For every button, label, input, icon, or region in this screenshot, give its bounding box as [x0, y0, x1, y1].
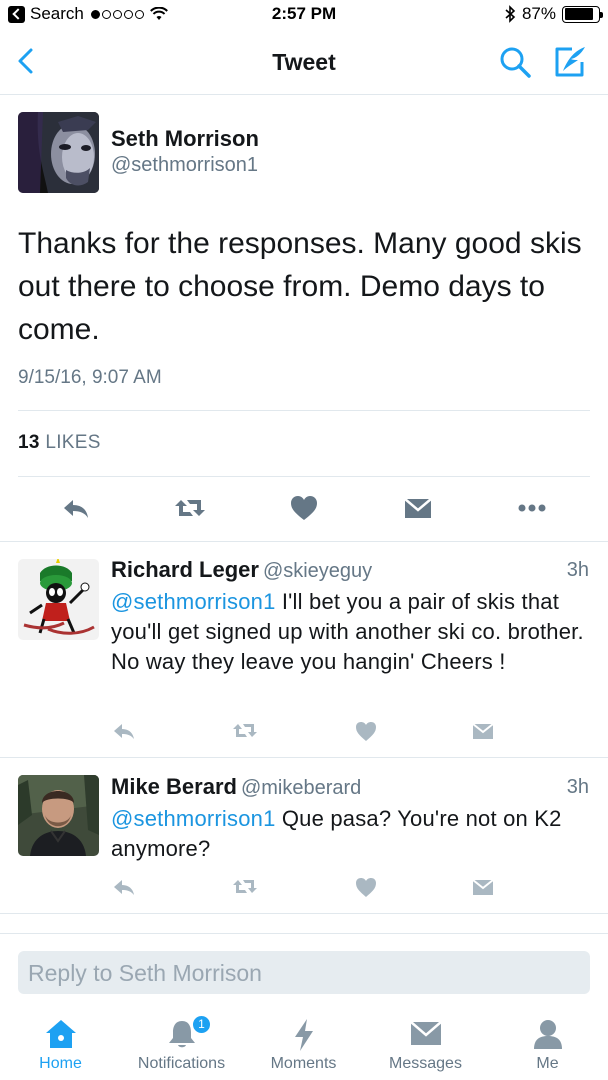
tweet-timestamp: 9/15/16, 9:07 AM — [18, 367, 162, 388]
reply-timestamp: 3h — [566, 559, 589, 581]
author-avatar[interactable] — [18, 112, 99, 193]
likes-label: LIKES — [45, 432, 101, 453]
reply-text: @sethmorrison1 I'll bet you a pair of sk… — [111, 587, 596, 677]
reply-icon[interactable] — [111, 718, 137, 744]
reply-icon[interactable] — [59, 491, 93, 525]
more-icon[interactable] — [515, 491, 549, 525]
battery-level-fill — [564, 8, 594, 20]
battery-icon — [562, 5, 603, 23]
bluetooth-icon — [505, 5, 516, 23]
status-bar: Search 2:57 PM 87% — [0, 0, 608, 30]
like-icon[interactable] — [353, 874, 379, 900]
like-icon[interactable] — [287, 491, 321, 525]
tweet-text: Thanks for the responses. Many good skis… — [18, 227, 582, 346]
author-portrait-image — [18, 112, 99, 193]
notification-badge: 1 — [191, 1014, 212, 1035]
search-icon[interactable] — [498, 45, 532, 79]
divider — [0, 913, 608, 914]
reply-author-handle[interactable]: @skieyeguy — [263, 560, 372, 582]
direct-message-icon[interactable] — [470, 874, 496, 900]
like-icon[interactable] — [353, 718, 379, 744]
tab-label: Messages — [389, 1055, 462, 1072]
reply-text: @sethmorrison1 Que pasa? You're not on K… — [111, 804, 596, 864]
retweet-icon[interactable] — [232, 718, 258, 744]
tab-label: Me — [536, 1055, 559, 1072]
direct-message-icon[interactable] — [470, 718, 496, 744]
tab-bar: Home 1 Notifications Moments Messages Me — [0, 1010, 608, 1080]
home-icon — [45, 1020, 76, 1048]
cartoon-avatar-image — [18, 559, 99, 640]
tab-moments[interactable]: Moments — [243, 1010, 364, 1080]
author-handle[interactable]: @sethmorrison1 — [111, 154, 258, 177]
reply-avatar[interactable] — [18, 559, 99, 640]
reply-author-name[interactable]: Mike Berard — [111, 774, 237, 799]
tab-label: Notifications — [137, 1055, 226, 1072]
divider — [18, 410, 590, 411]
divider — [0, 933, 608, 934]
divider — [18, 476, 590, 477]
lightning-icon — [294, 1019, 313, 1051]
navigation-bar: Tweet — [0, 30, 608, 95]
tab-notifications[interactable]: 1 Notifications — [121, 1010, 242, 1080]
retweet-icon[interactable] — [232, 874, 258, 900]
person-icon — [533, 1020, 562, 1049]
reply-icon[interactable] — [111, 874, 137, 900]
reply-avatar[interactable] — [18, 775, 99, 856]
likes-count[interactable]: 13 LIKES — [18, 432, 101, 454]
divider — [0, 541, 608, 542]
likes-number: 13 — [18, 432, 40, 453]
envelope-icon — [409, 1021, 442, 1045]
tab-label: Moments — [270, 1055, 337, 1072]
reply-mention-link[interactable]: @sethmorrison1 — [111, 589, 276, 614]
reply-header: Richard Leger @skieyeguy — [111, 557, 372, 583]
divider — [0, 757, 608, 758]
reply-timestamp: 3h — [566, 776, 589, 798]
tab-me[interactable]: Me — [487, 1010, 608, 1080]
reply-input[interactable]: Reply to Seth Morrison — [18, 951, 590, 994]
man-photo-image — [18, 775, 99, 856]
reply-author-name[interactable]: Richard Leger — [111, 557, 259, 582]
status-right: 87% — [504, 4, 603, 24]
retweet-icon[interactable] — [173, 491, 207, 525]
reply-mention-link[interactable]: @sethmorrison1 — [111, 806, 276, 831]
tab-messages[interactable]: Messages — [365, 1010, 486, 1080]
battery-percent: 87% — [521, 4, 556, 23]
compose-tweet-icon[interactable] — [552, 44, 588, 80]
direct-message-icon[interactable] — [401, 491, 435, 525]
tab-label: Home — [39, 1055, 82, 1072]
reply-header: Mike Berard @mikeberard — [111, 774, 361, 800]
reply-author-handle[interactable]: @mikeberard — [241, 777, 361, 799]
author-name[interactable]: Seth Morrison — [111, 126, 259, 152]
tab-home[interactable]: Home — [0, 1010, 121, 1080]
